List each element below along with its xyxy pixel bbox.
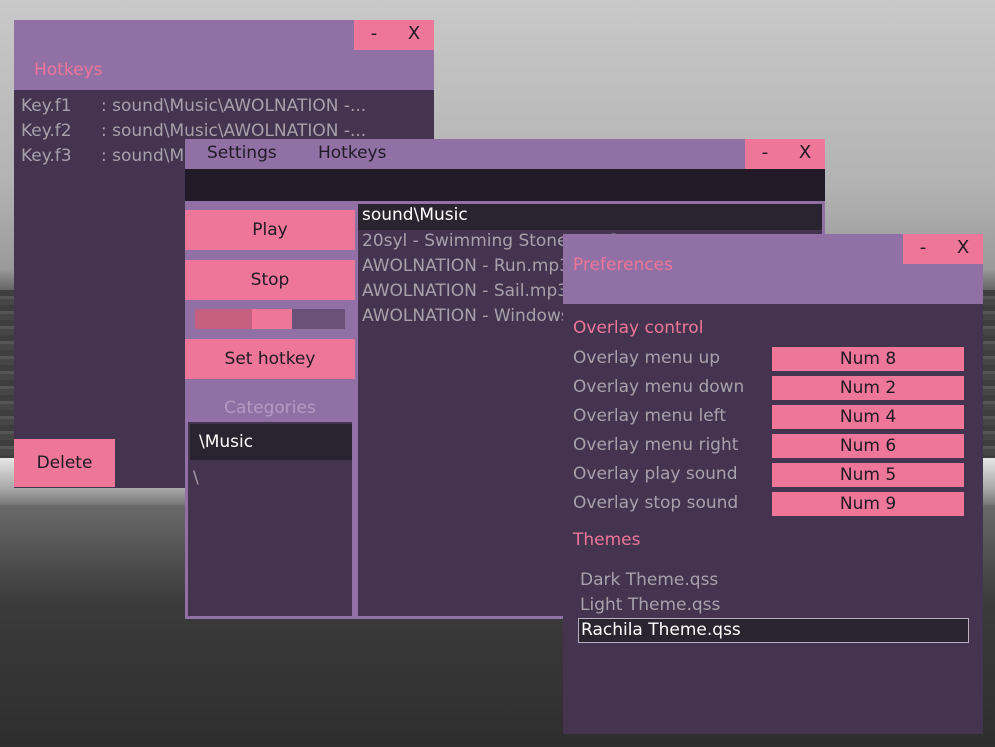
play-button[interactable]: Play [185, 210, 355, 250]
overlay-label: Overlay menu up [573, 348, 721, 368]
themes-heading: Themes [573, 530, 641, 550]
window-title: Hotkeys [34, 60, 103, 80]
overlay-label: Overlay stop sound [573, 493, 739, 513]
close-button[interactable]: X [394, 20, 434, 50]
overlay-hotkey-button[interactable]: Num 8 [772, 347, 964, 371]
hotkey-key: Key.f1 [21, 96, 72, 116]
song-list-header[interactable]: sound\Music [358, 204, 822, 230]
overlay-label: Overlay menu left [573, 406, 726, 426]
song-item[interactable]: AWOLNATION - Sail.mp3 [362, 281, 568, 301]
volume-slider-fill [195, 309, 252, 329]
category-item[interactable]: \ [193, 468, 199, 488]
minimize-button[interactable]: - [354, 20, 394, 50]
song-item[interactable]: AWOLNATION - Run.mp3 [362, 256, 570, 276]
theme-item[interactable]: Dark Theme.qss [580, 570, 718, 590]
stop-button[interactable]: Stop [185, 260, 355, 300]
close-button[interactable]: X [785, 139, 825, 169]
search-bar[interactable] [185, 169, 825, 201]
overlay-label: Overlay menu down [573, 377, 745, 397]
overlay-label: Overlay play sound [573, 464, 738, 484]
volume-slider[interactable] [195, 309, 345, 329]
theme-item[interactable]: Light Theme.qss [580, 595, 720, 615]
volume-slider-handle[interactable] [252, 309, 292, 329]
minimize-button[interactable]: - [745, 139, 785, 169]
delete-button[interactable]: Delete [14, 439, 115, 487]
preferences-titlebar[interactable]: - X Preferences [563, 234, 983, 304]
hotkeys-titlebar[interactable]: - X Hotkeys [14, 20, 434, 90]
category-item-selected[interactable]: \Music [190, 424, 352, 460]
overlay-hotkey-button[interactable]: Num 9 [772, 492, 964, 516]
overlay-control-heading: Overlay control [573, 318, 704, 338]
preferences-window: - X Preferences Overlay control Overlay … [563, 234, 983, 734]
overlay-label: Overlay menu right [573, 435, 739, 455]
categories-label: Categories [224, 398, 316, 418]
theme-item-selected[interactable]: Rachila Theme.qss [578, 618, 969, 643]
hotkey-value: : sound\Music\AWOLNATION -... [101, 121, 367, 141]
main-menubar: Settings Hotkeys - X [185, 139, 825, 169]
hotkey-row[interactable]: Key.f1 : sound\Music\AWOLNATION -... [21, 96, 366, 120]
set-hotkey-button[interactable]: Set hotkey [185, 339, 355, 379]
menu-settings[interactable]: Settings [207, 143, 277, 163]
minimize-button[interactable]: - [903, 234, 943, 264]
hotkey-key: Key.f2 [21, 121, 72, 141]
overlay-hotkey-button[interactable]: Num 2 [772, 376, 964, 400]
hotkey-key: Key.f3 [21, 146, 72, 166]
window-title: Preferences [573, 255, 673, 275]
close-button[interactable]: X [943, 234, 983, 264]
overlay-hotkey-button[interactable]: Num 6 [772, 434, 964, 458]
hotkey-value: : sound\Music\AWOLNATION -... [101, 96, 367, 116]
categories-list[interactable]: \Music \ [188, 422, 352, 616]
menu-hotkeys[interactable]: Hotkeys [318, 143, 386, 163]
overlay-hotkey-button[interactable]: Num 5 [772, 463, 964, 487]
overlay-hotkey-button[interactable]: Num 4 [772, 405, 964, 429]
